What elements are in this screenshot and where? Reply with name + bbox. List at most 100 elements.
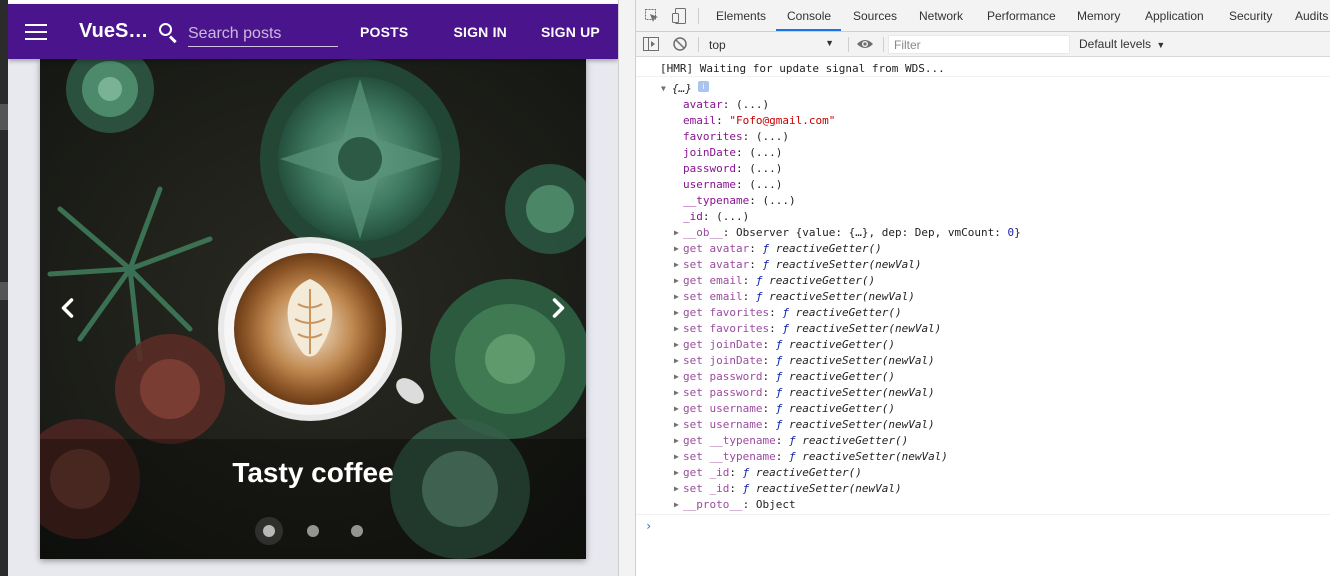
inspect-element-icon[interactable] bbox=[645, 9, 659, 23]
collapsed-triangle-icon[interactable]: ▶ bbox=[674, 497, 679, 513]
observer-key: __ob__ bbox=[683, 226, 723, 239]
tab-network[interactable]: Network bbox=[919, 9, 963, 23]
carousel-caption: Tasty coffee bbox=[232, 457, 394, 488]
sign-up-button[interactable]: SIGN UP bbox=[541, 24, 600, 40]
toolbar-separator bbox=[698, 37, 699, 52]
tab-sources[interactable]: Sources bbox=[853, 9, 897, 23]
collapsed-triangle-icon[interactable]: ▶ bbox=[674, 465, 679, 481]
accessor-row[interactable]: ▶ get avatar: ƒ reactiveGetter() bbox=[636, 241, 1330, 257]
object-property-row[interactable]: password: (...) bbox=[636, 161, 1330, 177]
console-filter-input[interactable] bbox=[888, 35, 1070, 54]
function-f-icon: ƒ bbox=[782, 306, 789, 319]
collapsed-triangle-icon[interactable]: ▶ bbox=[674, 337, 679, 353]
collapsed-triangle-icon[interactable]: ▶ bbox=[674, 433, 679, 449]
console-message: [HMR] Waiting for update signal from WDS… bbox=[636, 61, 1330, 77]
object-property-row[interactable]: favorites: (...) bbox=[636, 129, 1330, 145]
property-key: email bbox=[683, 114, 717, 127]
accessor-row[interactable]: ▶ get favorites: ƒ reactiveGetter() bbox=[636, 305, 1330, 321]
accessor-row[interactable]: ▶ set __typename: ƒ reactiveSetter(newVal… bbox=[636, 449, 1330, 465]
collapsed-triangle-icon[interactable]: ▶ bbox=[674, 289, 679, 305]
collapsed-triangle-icon[interactable]: ▶ bbox=[674, 353, 679, 369]
accessor-row[interactable]: ▶ set favorites: ƒ reactiveSetter(newVal) bbox=[636, 321, 1330, 337]
collapsed-triangle-icon[interactable]: ▶ bbox=[674, 417, 679, 433]
property-value[interactable]: (...) bbox=[756, 130, 789, 143]
accessor-function: reactiveGetter() bbox=[788, 338, 895, 351]
posts-button[interactable]: POSTS bbox=[360, 24, 408, 40]
property-value[interactable]: (...) bbox=[749, 162, 782, 175]
console-prompt[interactable]: › bbox=[636, 514, 1330, 536]
object-property-row[interactable]: _id: (...) bbox=[636, 209, 1330, 225]
accessor-row[interactable]: ▶ set password: ƒ reactiveSetter(newVal) bbox=[636, 385, 1330, 401]
show-sidebar-icon[interactable] bbox=[643, 37, 659, 51]
app-toolbar: VueShare POSTS SIGN IN SIGN UP bbox=[8, 4, 618, 59]
accessor-function: reactiveSetter(newVal) bbox=[769, 290, 915, 303]
accessor-row[interactable]: ▶ get joinDate: ƒ reactiveGetter() bbox=[636, 337, 1330, 353]
tab-security[interactable]: Security bbox=[1229, 9, 1272, 23]
tab-memory[interactable]: Memory bbox=[1077, 9, 1120, 23]
collapsed-triangle-icon[interactable]: ▶ bbox=[674, 225, 679, 241]
expanded-triangle-icon[interactable]: ▼ bbox=[661, 81, 666, 97]
devtools-resize-divider[interactable] bbox=[618, 0, 636, 576]
function-f-icon: ƒ bbox=[755, 274, 763, 287]
chevron-right-icon[interactable] bbox=[546, 296, 570, 320]
property-value[interactable]: (...) bbox=[736, 98, 769, 111]
accessor-row[interactable]: ▶ set avatar: ƒ reactiveSetter(newVal) bbox=[636, 257, 1330, 273]
collapsed-triangle-icon[interactable]: ▶ bbox=[674, 481, 679, 497]
accessor-row[interactable]: ▶ get password: ƒ reactiveGetter() bbox=[636, 369, 1330, 385]
brand-title[interactable]: VueShare bbox=[79, 20, 155, 43]
menu-icon[interactable] bbox=[25, 23, 47, 40]
search-input[interactable] bbox=[188, 16, 338, 47]
accessor-row[interactable]: ▶ set username: ƒ reactiveSetter(newVal) bbox=[636, 417, 1330, 433]
property-value[interactable]: (...) bbox=[762, 194, 795, 207]
tab-audits[interactable]: Audits bbox=[1295, 9, 1328, 23]
collapsed-triangle-icon[interactable]: ▶ bbox=[674, 305, 679, 321]
info-badge-icon[interactable]: i bbox=[698, 81, 709, 92]
logged-object-row[interactable]: ▼ {…} i bbox=[636, 81, 1330, 97]
accessor-row[interactable]: ▶ set _id: ƒ reactiveSetter(newVal) bbox=[636, 481, 1330, 497]
tab-performance[interactable]: Performance bbox=[987, 9, 1056, 23]
collapsed-triangle-icon[interactable]: ▶ bbox=[674, 385, 679, 401]
accessor-row[interactable]: ▶ set joinDate: ƒ reactiveSetter(newVal) bbox=[636, 353, 1330, 369]
carousel-dot[interactable] bbox=[307, 525, 319, 537]
live-expression-eye-icon[interactable] bbox=[856, 38, 874, 50]
property-key: joinDate bbox=[683, 146, 736, 159]
accessor-name: avatar bbox=[709, 258, 750, 271]
collapsed-triangle-icon[interactable]: ▶ bbox=[674, 273, 679, 289]
accessor-row[interactable]: ▶ get _id: ƒ reactiveGetter() bbox=[636, 465, 1330, 481]
property-value[interactable]: (...) bbox=[716, 210, 749, 223]
device-toolbar-icon[interactable] bbox=[672, 8, 686, 24]
object-summary: {…} bbox=[672, 82, 692, 95]
log-levels-dropdown[interactable]: Default levels ▼ bbox=[1079, 37, 1165, 51]
accessor-kind: set bbox=[683, 418, 703, 431]
observer-row[interactable]: ▶ __ob__: Observer {value: {…}, dep: Dep,… bbox=[636, 225, 1330, 241]
collapsed-triangle-icon[interactable]: ▶ bbox=[674, 257, 679, 273]
object-property-row[interactable]: __typename: (...) bbox=[636, 193, 1330, 209]
carousel-dot[interactable] bbox=[263, 525, 275, 537]
accessor-row[interactable]: ▶ set email: ƒ reactiveSetter(newVal) bbox=[636, 289, 1330, 305]
object-property-row[interactable]: username: (...) bbox=[636, 177, 1330, 193]
collapsed-triangle-icon[interactable]: ▶ bbox=[674, 321, 679, 337]
collapsed-triangle-icon[interactable]: ▶ bbox=[674, 449, 679, 465]
chevron-left-icon[interactable] bbox=[56, 296, 80, 320]
tab-elements[interactable]: Elements bbox=[716, 9, 766, 23]
object-proto-row[interactable]: ▶ __proto__: Object bbox=[636, 497, 1330, 513]
property-value[interactable]: (...) bbox=[749, 178, 782, 191]
object-property-row[interactable]: joinDate: (...) bbox=[636, 145, 1330, 161]
search-icon[interactable] bbox=[159, 22, 179, 43]
collapsed-triangle-icon[interactable]: ▶ bbox=[674, 241, 679, 257]
accessor-row[interactable]: ▶ get __typename: ƒ reactiveGetter() bbox=[636, 433, 1330, 449]
collapsed-triangle-icon[interactable]: ▶ bbox=[674, 369, 679, 385]
sign-in-button[interactable]: SIGN IN bbox=[453, 24, 507, 40]
accessor-row[interactable]: ▶ get email: ƒ reactiveGetter() bbox=[636, 273, 1330, 289]
context-selector[interactable]: top ▼ bbox=[704, 34, 838, 54]
object-property-row[interactable]: email: "Fofo@gmail.com" bbox=[636, 113, 1330, 129]
collapsed-triangle-icon[interactable]: ▶ bbox=[674, 401, 679, 417]
tab-console[interactable]: Console bbox=[787, 9, 831, 23]
console-output: [HMR] Waiting for update signal from WDS… bbox=[636, 58, 1330, 576]
carousel-dot[interactable] bbox=[351, 525, 363, 537]
property-value[interactable]: (...) bbox=[749, 146, 782, 159]
clear-console-icon[interactable] bbox=[673, 37, 687, 51]
object-property-row[interactable]: avatar: (...) bbox=[636, 97, 1330, 113]
accessor-row[interactable]: ▶ get username: ƒ reactiveGetter() bbox=[636, 401, 1330, 417]
tab-application[interactable]: Application bbox=[1145, 9, 1204, 23]
